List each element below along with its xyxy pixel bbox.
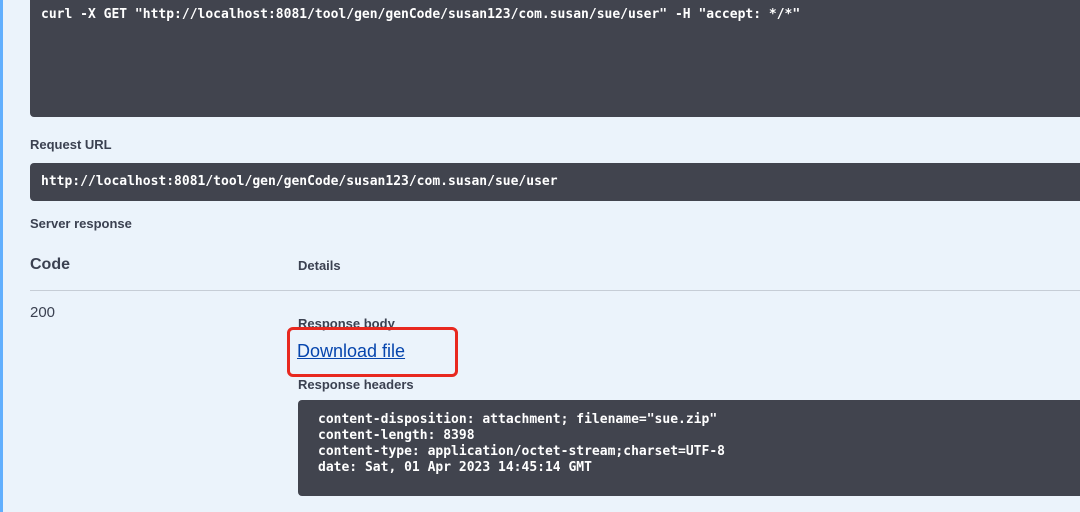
code-column-header: Code [30,256,70,273]
request-url-text: http://localhost:8081/tool/gen/genCode/s… [41,174,558,189]
header-line: content-disposition: attachment; filenam… [318,412,718,427]
header-line: content-type: application/octet-stream;c… [318,444,725,459]
table-header-divider [30,290,1080,291]
header-line: date: Sat, 01 Apr 2023 14:45:14 GMT [318,460,592,475]
curl-command-block: curl -X GET "http://localhost:8081/tool/… [30,0,1080,117]
response-headers-label: Response headers [298,377,414,392]
left-accent-border [0,0,3,512]
response-body-label: Response body [298,316,395,331]
request-url-block: http://localhost:8081/tool/gen/genCode/s… [30,163,1080,201]
details-column-header: Details [298,258,341,273]
download-file-link[interactable]: Download file [297,341,405,362]
status-code: 200 [30,304,56,321]
response-headers-block: content-disposition: attachment; filenam… [298,400,1080,496]
request-url-label: Request URL [30,137,112,152]
server-response-label: Server response [30,216,132,231]
header-line: content-length: 8398 [318,428,475,443]
curl-command-text: curl -X GET "http://localhost:8081/tool/… [41,7,801,22]
